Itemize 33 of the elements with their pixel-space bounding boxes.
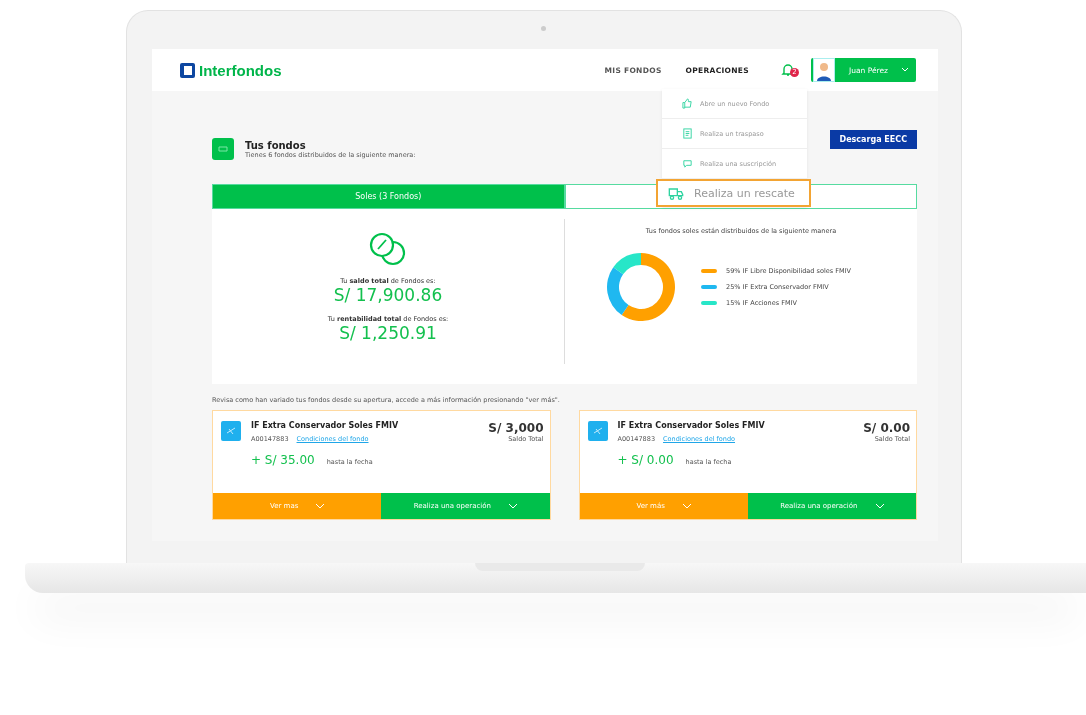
document-icon	[682, 128, 693, 139]
fund-icon	[221, 421, 241, 441]
avatar-icon	[812, 58, 835, 82]
menu-item[interactable]: Realiza un rescate	[656, 179, 811, 207]
thumbs-up-icon	[682, 98, 693, 109]
gain-amount: + S/ 0.00	[617, 453, 674, 467]
legend-swatch	[701, 269, 718, 273]
fund-icon	[587, 421, 608, 441]
gain-amount: + S/ 35.00	[251, 453, 315, 467]
fund-name: IF Extra Conservador Soles FMIV	[617, 421, 766, 430]
fund-balance: S/ 3,000	[488, 421, 544, 435]
logo-text: Interfondos	[199, 61, 282, 79]
fund-balance: S/ 0.00	[863, 421, 910, 435]
download-button[interactable]: Descarga EECC	[829, 129, 917, 149]
chevron-down-icon	[316, 503, 325, 509]
fund-name: IF Extra Conservador Soles FMIV	[251, 421, 400, 430]
coins-icon	[368, 231, 408, 267]
chevron-down-icon	[509, 503, 518, 509]
section-title: Tus fondos	[245, 139, 307, 151]
balance-amount: S/ 17,900.86	[333, 285, 443, 305]
legend-swatch	[701, 285, 718, 289]
chat-icon	[682, 158, 693, 169]
chevron-down-icon	[902, 68, 908, 72]
wallet-icon	[212, 138, 234, 160]
tab[interactable]: Soles (3 Fondos)	[212, 184, 565, 209]
chevron-down-icon	[682, 503, 691, 509]
chevron-down-icon	[875, 503, 884, 509]
logo-icon	[180, 62, 195, 78]
truck-icon	[668, 185, 684, 201]
camera-icon	[541, 26, 546, 31]
bell-icon[interactable]	[780, 63, 795, 77]
return-amount: S/ 1,250.91	[339, 323, 437, 343]
legend-swatch	[701, 301, 718, 305]
